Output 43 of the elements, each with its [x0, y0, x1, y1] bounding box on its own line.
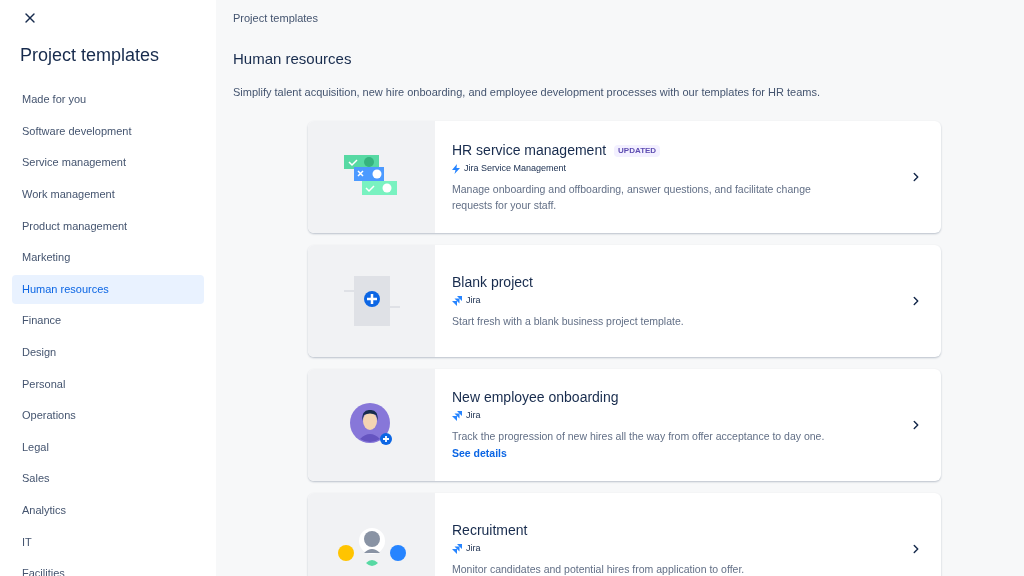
category-item[interactable]: Product management	[12, 211, 204, 241]
blank-page-drawing	[343, 275, 400, 326]
template-title: Recruitment	[452, 521, 528, 541]
category-item[interactable]: IT	[12, 527, 204, 557]
category-item[interactable]: Analytics	[12, 495, 204, 525]
category-item[interactable]: Design	[12, 337, 204, 367]
template-description: Manage onboarding and offboarding, answer questions, and facilitate change requests for your staff.	[452, 181, 812, 213]
category-item[interactable]: Made for you	[12, 85, 204, 114]
template-title: HR service management	[452, 141, 607, 161]
template-card[interactable]: Recruitment Jira Monitor candidates and potential hires from application to offer.	[308, 492, 941, 576]
category-item[interactable]: Work management	[12, 179, 204, 209]
lightning-icon	[452, 164, 460, 174]
category-item[interactable]: Human resources	[12, 274, 204, 304]
jira-logo-icon	[452, 411, 462, 422]
category-item[interactable]: Operations	[12, 400, 204, 430]
template-card[interactable]: HR service management UPDATED Jira Service Management Manage onboarding and offboarding, answer questions, and facilitate change requests for your staff.	[308, 120, 941, 233]
breadcrumb: Project templates	[233, 11, 318, 26]
category-item[interactable]: Marketing	[12, 242, 204, 272]
sidebar-title: Project templates	[20, 44, 161, 67]
category-item[interactable]: Sales	[12, 464, 204, 494]
product-name: Jira	[466, 542, 481, 556]
category-item[interactable]: Software development	[12, 116, 204, 146]
page-heading: Human resources	[233, 48, 352, 69]
category-item[interactable]: Finance	[12, 306, 204, 336]
template-title: Blank project	[452, 273, 533, 293]
page-description: Simplify talent acquisition, new hire onboarding, and employee development processes with our templates for HR teams.	[233, 85, 820, 100]
jira-logo-icon	[452, 296, 462, 306]
template-description: Track the progression of new hires all the way from offer acceptance to day one.	[452, 428, 826, 444]
template-description: Monitor candidates and potential hires from application to offer.	[452, 561, 746, 576]
template-description: Start fresh with a blank business project template.	[452, 313, 685, 329]
product-name: Jira	[466, 294, 481, 308]
template-card[interactable]: Blank project Jira Start fresh with a blank business project template.	[308, 244, 941, 357]
product-name: Jira Service Management	[464, 162, 567, 176]
new-person-avatar-drawing	[349, 402, 394, 447]
category-item[interactable]: Personal	[12, 369, 204, 399]
updated-badge: UPDATED	[614, 144, 661, 157]
template-card[interactable]: New employee onboarding Jira Track the progression of new hires all the way from offer acceptance to day one. See details	[308, 368, 941, 481]
category-item[interactable]: Legal	[12, 432, 204, 462]
see-details-link[interactable]: See details	[452, 445, 507, 462]
product-name: Jira	[466, 409, 481, 423]
category-item[interactable]: Service management	[12, 148, 204, 178]
jira-logo-icon	[452, 544, 462, 554]
template-title: New employee onboarding	[452, 388, 619, 408]
